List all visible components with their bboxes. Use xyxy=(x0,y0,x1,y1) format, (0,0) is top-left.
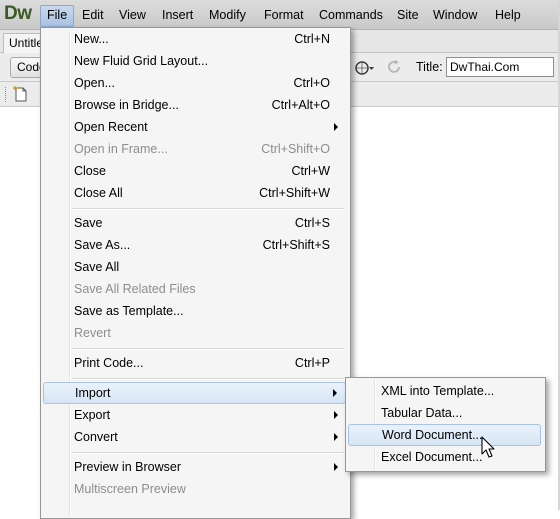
menu-site[interactable]: Site xyxy=(391,5,425,25)
menu-item-label: Open in Frame... xyxy=(74,142,168,156)
mouse-pointer-icon xyxy=(481,436,495,458)
menu-item-shortcut: Ctrl+Alt+O xyxy=(271,98,330,112)
title-label: Title: xyxy=(416,60,443,74)
menu-item-multiscreen-preview: Multiscreen Preview xyxy=(43,478,346,500)
menu-item-label: Save All Related Files xyxy=(74,282,196,296)
menu-item-open[interactable]: Open... Ctrl+O xyxy=(43,72,346,94)
refresh-icon[interactable] xyxy=(385,58,403,76)
menu-item-label: Word Document... xyxy=(382,428,483,442)
menu-format[interactable]: Format xyxy=(258,5,310,25)
menu-item-shortcut: Ctrl+P xyxy=(294,356,330,370)
menu-item-xml-into-template[interactable]: XML into Template... xyxy=(348,380,541,402)
menu-window[interactable]: Window xyxy=(427,5,483,25)
menu-item-label: Open... xyxy=(74,76,115,90)
submenu-arrow-icon xyxy=(333,389,337,397)
menu-item-close[interactable]: Close Ctrl+W xyxy=(43,160,346,182)
menu-item-shortcut: Ctrl+Shift+O xyxy=(261,142,330,156)
menu-item-label: Preview in Browser xyxy=(74,460,181,474)
menu-edit[interactable]: Edit xyxy=(76,5,110,25)
submenu-arrow-icon xyxy=(334,433,338,441)
menu-view[interactable]: View xyxy=(113,5,152,25)
menu-item-shortcut: Ctrl+Shift+S xyxy=(262,238,330,252)
menu-item-tabular-data[interactable]: Tabular Data... xyxy=(348,402,541,424)
submenu-arrow-icon xyxy=(334,463,338,471)
menu-item-label: Save As... xyxy=(74,238,131,252)
menu-item-save-as-template[interactable]: Save as Template... xyxy=(43,300,346,322)
menu-item-label: Import xyxy=(75,386,111,400)
dreamweaver-logo: Dw xyxy=(4,3,32,24)
menu-item-new[interactable]: New... Ctrl+N xyxy=(43,28,346,50)
menu-item-new-fluid-grid[interactable]: New Fluid Grid Layout... xyxy=(43,50,346,72)
menu-item-print-code[interactable]: Print Code... Ctrl+P xyxy=(43,352,346,374)
menu-item-label: Save All xyxy=(74,260,120,274)
menu-item-label: New Fluid Grid Layout... xyxy=(74,54,209,68)
application-bar: Dw File Edit View Insert Modify Format C… xyxy=(0,0,560,30)
menu-commands[interactable]: Commands xyxy=(313,5,389,25)
menu-item-label: Excel Document... xyxy=(381,450,483,464)
toolbar-grip[interactable] xyxy=(5,87,9,102)
menu-item-import[interactable]: Import xyxy=(43,382,346,404)
menu-item-label: Close xyxy=(74,164,106,178)
menu-item-shortcut: Ctrl+O xyxy=(293,76,330,90)
menu-item-label: XML into Template... xyxy=(381,384,495,398)
import-submenu: XML into Template... Tabular Data... Wor… xyxy=(345,377,546,472)
menu-item-shortcut: Ctrl+Shift+W xyxy=(259,186,330,200)
menu-separator xyxy=(72,452,344,454)
menu-item-word-document[interactable]: Word Document... xyxy=(348,424,541,446)
menu-item-excel-document[interactable]: Excel Document... xyxy=(348,446,541,468)
menu-help[interactable]: Help xyxy=(489,5,527,25)
file-menu: New... Ctrl+N New Fluid Grid Layout... O… xyxy=(40,27,351,519)
menu-item-label: Multiscreen Preview xyxy=(74,482,186,496)
menu-item-label: Revert xyxy=(74,326,111,340)
menu-item-browse-in-bridge[interactable]: Browse in Bridge... Ctrl+Alt+O xyxy=(43,94,346,116)
submenu-arrow-icon xyxy=(334,411,338,419)
menu-item-label: Open Recent xyxy=(74,120,148,134)
submenu-arrow-icon xyxy=(334,123,338,131)
menu-item-label: Browse in Bridge... xyxy=(74,98,179,112)
menu-item-label: Convert xyxy=(74,430,118,444)
menu-item-open-in-frame: Open in Frame... Ctrl+Shift+O xyxy=(43,138,346,160)
menu-item-revert: Revert xyxy=(43,322,346,344)
menu-item-save-all[interactable]: Save All xyxy=(43,256,346,278)
menu-modify[interactable]: Modify xyxy=(203,5,252,25)
menu-item-label: Save xyxy=(74,216,103,230)
menu-item-label: Close All xyxy=(74,186,123,200)
menu-item-close-all[interactable]: Close All Ctrl+Shift+W xyxy=(43,182,346,204)
title-input[interactable]: DwThai.Com xyxy=(446,57,554,77)
menu-item-label: Tabular Data... xyxy=(381,406,463,420)
menu-item-shortcut: Ctrl+S xyxy=(294,216,330,230)
menu-item-label: Print Code... xyxy=(74,356,144,370)
menu-item-label: Export xyxy=(74,408,111,422)
menu-item-shortcut: Ctrl+W xyxy=(291,164,330,178)
menu-item-save[interactable]: Save Ctrl+S xyxy=(43,212,346,234)
menu-item-label: Save as Template... xyxy=(74,304,184,318)
menu-file[interactable]: File xyxy=(40,5,75,27)
new-document-icon[interactable] xyxy=(12,85,30,103)
menu-item-export[interactable]: Export xyxy=(43,404,346,426)
menu-item-shortcut: Ctrl+N xyxy=(294,32,330,46)
menu-item-convert[interactable]: Convert xyxy=(43,426,346,448)
menu-separator xyxy=(72,378,344,380)
menu-separator xyxy=(72,348,344,350)
preview-browser-icon[interactable] xyxy=(354,59,376,77)
menu-item-save-as[interactable]: Save As... Ctrl+Shift+S xyxy=(43,234,346,256)
menu-item-label: New... xyxy=(74,32,109,46)
menu-separator xyxy=(72,208,344,210)
menu-item-preview-in-browser[interactable]: Preview in Browser xyxy=(43,456,346,478)
menu-item-save-all-related: Save All Related Files xyxy=(43,278,346,300)
menu-insert[interactable]: Insert xyxy=(156,5,199,25)
menu-item-open-recent[interactable]: Open Recent xyxy=(43,116,346,138)
